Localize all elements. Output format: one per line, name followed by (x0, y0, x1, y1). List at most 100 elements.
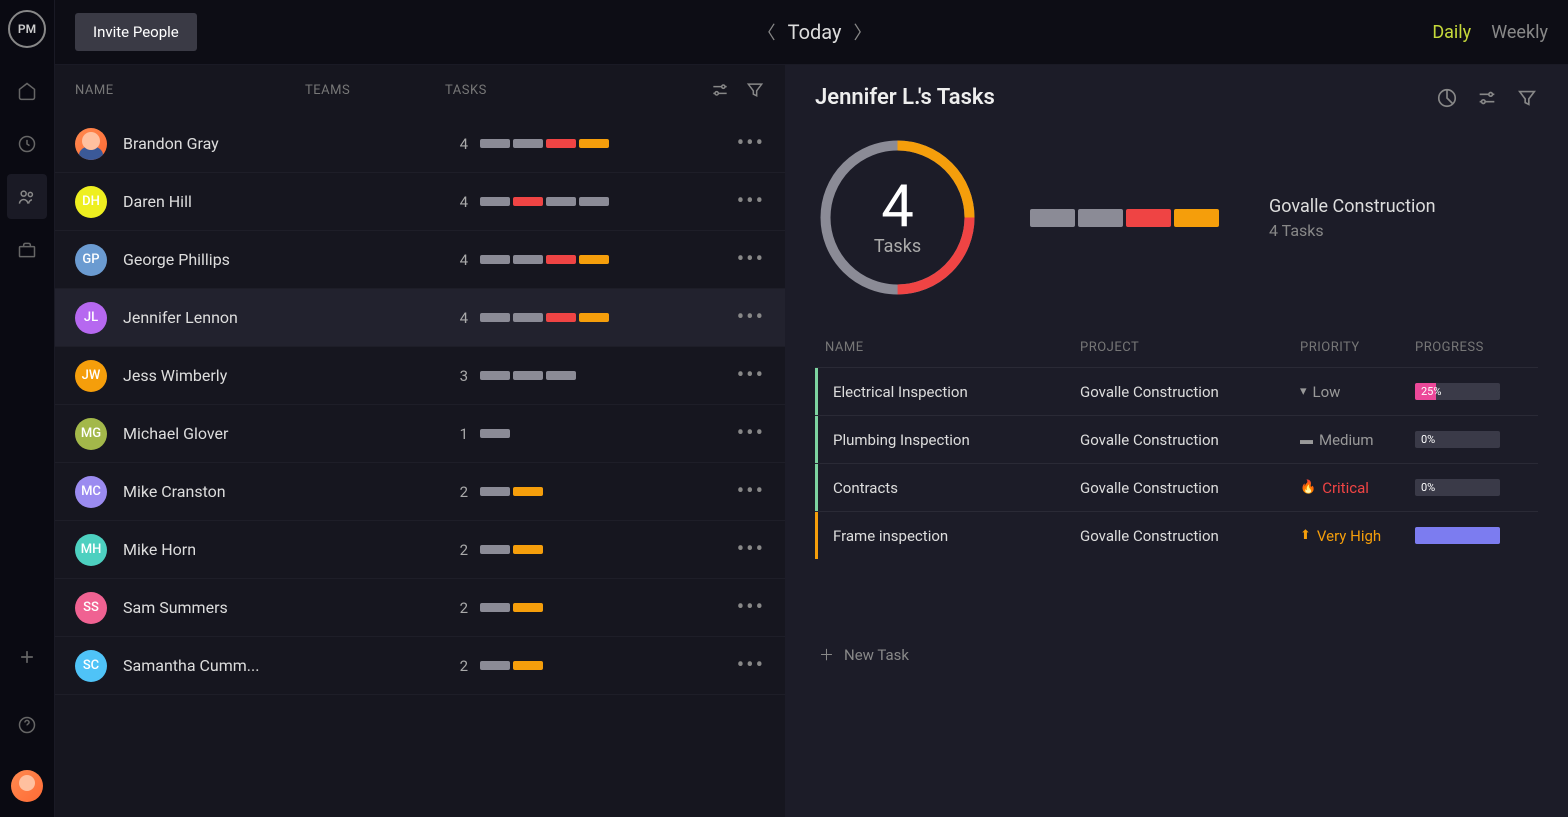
person-name: Mike Horn (123, 540, 303, 559)
tcol-name: NAME (825, 340, 1080, 355)
person-row[interactable]: MGMichael Glover1••• (55, 405, 785, 463)
task-bars (480, 661, 543, 670)
task-count: 4 (443, 251, 468, 269)
person-row[interactable]: SCSamantha Cumm...2••• (55, 637, 785, 695)
ring-count: 4 (881, 178, 914, 236)
task-count: 4 (443, 193, 468, 211)
task-project: Govalle Construction (1080, 383, 1300, 401)
task-priority: ▾Low (1300, 383, 1415, 401)
task-row[interactable]: Electrical InspectionGovalle Constructio… (815, 367, 1538, 415)
task-bars (480, 545, 543, 554)
task-row[interactable]: Plumbing InspectionGovalle Construction▬… (815, 415, 1538, 463)
task-count: 1 (443, 425, 468, 443)
filter-icon[interactable] (745, 80, 765, 100)
person-row[interactable]: Brandon Gray4••• (55, 115, 785, 173)
briefcase-icon[interactable] (7, 227, 47, 272)
view-daily[interactable]: Daily (1432, 22, 1471, 43)
person-row[interactable]: SSSam Summers2••• (55, 579, 785, 637)
settings-sliders-icon[interactable] (1476, 87, 1498, 109)
task-project: Govalle Construction (1080, 479, 1300, 497)
task-table-header: NAME PROJECT PRIORITY PROGRESS (815, 340, 1538, 355)
person-row[interactable]: MH Mike Horn 2 ••• (55, 521, 785, 579)
plus-icon[interactable] (7, 634, 47, 679)
row-menu-icon[interactable]: ••• (737, 131, 765, 156)
new-task-label: New Task (844, 646, 909, 664)
col-tasks-header: TASKS (445, 83, 710, 98)
detail-panel: Jennifer L.'s Tasks 4 Tasks (785, 65, 1568, 817)
app-logo[interactable]: PM (8, 10, 46, 48)
view-toggle: Daily Weekly (1432, 22, 1548, 43)
task-name: Electrical Inspection (825, 383, 1080, 401)
person-row[interactable]: JWJess Wimberly3••• (55, 347, 785, 405)
task-count: 2 (443, 483, 468, 501)
task-bars (480, 313, 609, 322)
next-chevron-icon[interactable]: 〉 (853, 19, 871, 45)
person-row[interactable]: DH Daren Hill 4 ••• (55, 173, 785, 231)
avatar: MH (75, 534, 107, 566)
person-name: Sam Summers (123, 598, 303, 617)
task-count: 2 (443, 657, 468, 675)
row-menu-icon[interactable]: ••• (737, 479, 765, 504)
top-bar: Invite People 〈 Today 〉 Daily Weekly (55, 0, 1568, 65)
row-menu-icon[interactable]: ••• (737, 537, 765, 562)
date-navigator: 〈 Today 〉 (197, 19, 1433, 45)
summary-task-count: 4 Tasks (1269, 221, 1436, 240)
new-task-button[interactable]: ＋ New Task (815, 644, 1538, 665)
people-panel: NAME TEAMS TASKS Brandon Gray4•••DHDaren… (55, 65, 785, 817)
row-menu-icon[interactable]: ••• (737, 595, 765, 620)
row-menu-icon[interactable]: ••• (737, 421, 765, 446)
row-menu-icon[interactable]: ••• (737, 189, 765, 214)
user-avatar[interactable] (11, 770, 43, 802)
avatar: DH (75, 186, 107, 218)
clock-icon[interactable] (7, 121, 47, 166)
date-label: Today (788, 20, 842, 44)
task-progress: 25% (1415, 383, 1528, 400)
people-table-header: NAME TEAMS TASKS (55, 65, 785, 115)
avatar: SC (75, 650, 107, 682)
task-project: Govalle Construction (1080, 527, 1300, 545)
task-name: Frame inspection (825, 527, 1080, 545)
pie-chart-icon[interactable] (1436, 87, 1458, 109)
avatar: JW (75, 360, 107, 392)
task-priority: 🔥Critical (1300, 479, 1415, 497)
person-name: George Phillips (123, 250, 303, 269)
row-menu-icon[interactable]: ••• (737, 305, 765, 330)
person-name: Mike Cranston (123, 482, 303, 501)
task-name: Contracts (825, 479, 1080, 497)
settings-sliders-icon[interactable] (710, 80, 730, 100)
task-count: 3 (443, 367, 468, 385)
tcol-project: PROJECT (1080, 340, 1300, 355)
task-count: 2 (443, 541, 468, 559)
person-row[interactable]: GPGeorge Phillips4••• (55, 231, 785, 289)
person-row[interactable]: JLJennifer Lennon4••• (55, 289, 785, 347)
view-weekly[interactable]: Weekly (1491, 22, 1548, 43)
row-menu-icon[interactable]: ••• (737, 247, 765, 272)
task-bars (480, 603, 543, 612)
person-name: Brandon Gray (123, 134, 303, 153)
task-bars (480, 197, 609, 206)
person-name: Daren Hill (123, 192, 303, 211)
task-bars (480, 487, 543, 496)
summary-project: Govalle Construction (1269, 196, 1436, 217)
avatar: JL (75, 302, 107, 334)
task-bars (480, 255, 609, 264)
task-progress: 0% (1415, 431, 1528, 448)
task-row[interactable]: Frame inspectionGovalle Construction⬆Ver… (815, 511, 1538, 559)
prev-chevron-icon[interactable]: 〈 (758, 19, 776, 45)
people-icon[interactable] (7, 174, 47, 219)
row-menu-icon[interactable]: ••• (737, 363, 765, 388)
person-name: Jennifer Lennon (123, 308, 303, 327)
home-icon[interactable] (7, 68, 47, 113)
task-ring: 4 Tasks (815, 135, 980, 300)
priority-icon: ▾ (1300, 384, 1307, 399)
person-name: Michael Glover (123, 424, 303, 443)
help-icon[interactable] (7, 702, 47, 747)
detail-title: Jennifer L.'s Tasks (815, 85, 995, 110)
person-row[interactable]: MCMike Cranston2••• (55, 463, 785, 521)
task-row[interactable]: ContractsGovalle Construction🔥Critical0% (815, 463, 1538, 511)
task-bars (480, 429, 510, 438)
invite-people-button[interactable]: Invite People (75, 13, 197, 51)
row-menu-icon[interactable]: ••• (737, 653, 765, 678)
task-bars (480, 371, 576, 380)
filter-icon[interactable] (1516, 87, 1538, 109)
